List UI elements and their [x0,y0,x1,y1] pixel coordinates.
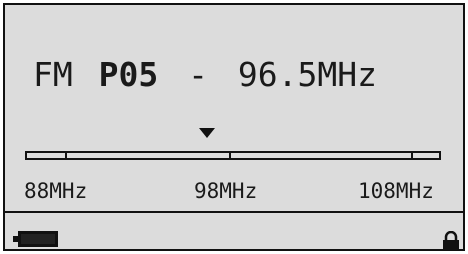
frequency-label: 96.5MHz [237,55,377,94]
status-divider [5,211,463,213]
lock-icon [443,231,459,249]
scale-tick [229,151,231,160]
radio-display: FM P05 - 96.5MHz 88MHz 98MHz 108MHz [3,3,465,251]
battery-icon [13,231,58,247]
scale-min-label: 88MHz [24,179,88,203]
scale-tick [411,151,413,160]
scale-mid-label: 98MHz [194,179,258,203]
scale-max-label: 108MHz [358,179,434,203]
station-readout: FM P05 - 96.5MHz [33,55,377,95]
tuning-marker-icon [199,128,215,138]
separator: - [188,55,208,94]
band-label: FM [33,55,73,94]
scale-tick [65,151,67,160]
tuning-scale [25,151,441,160]
preset-label: P05 [98,55,159,94]
